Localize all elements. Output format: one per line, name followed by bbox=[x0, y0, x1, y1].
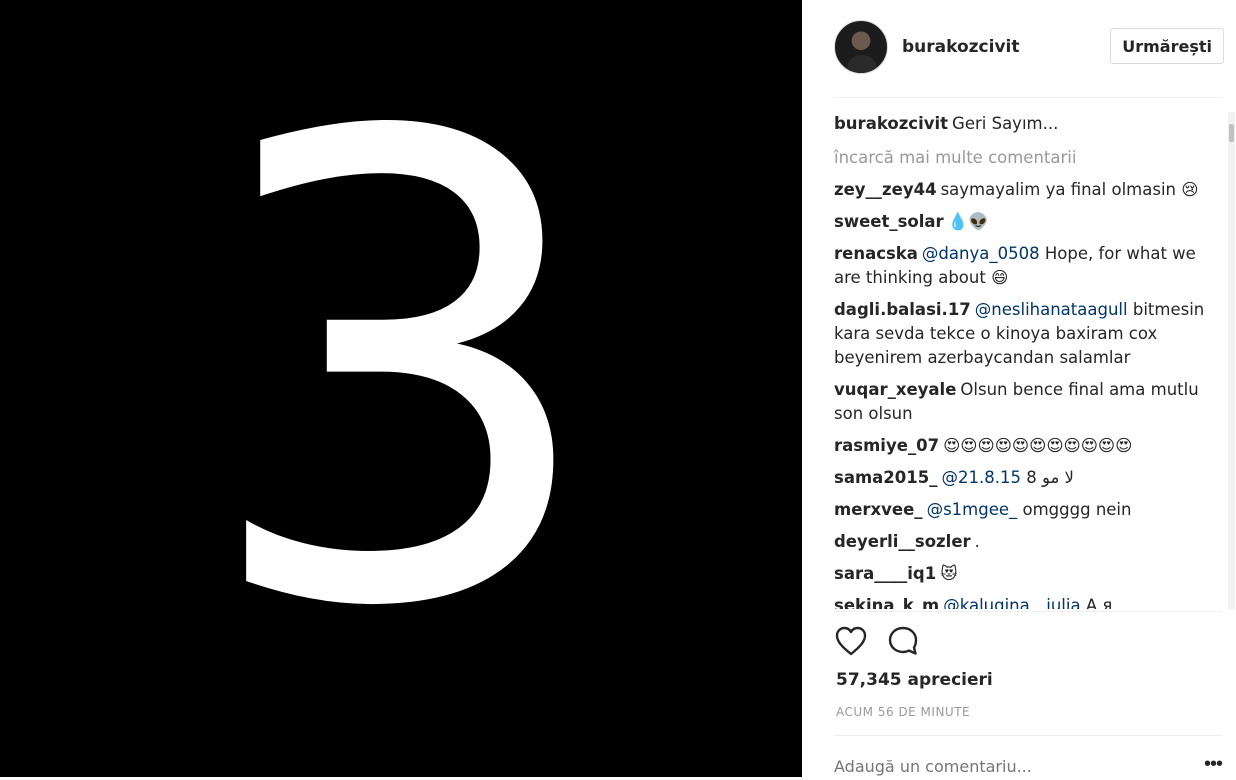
comment-username[interactable]: dagli.balasi.17 bbox=[834, 300, 971, 319]
countdown-digit: 3 bbox=[197, 0, 605, 746]
speech-bubble-icon bbox=[888, 626, 918, 655]
caption: burakozcivit Geri Sayım... bbox=[834, 112, 1214, 136]
comment-item: zey__zey44 saymayalim ya final olmasin 😢 bbox=[834, 178, 1214, 202]
comment-text: 💧👽 bbox=[947, 212, 989, 231]
comment-item: renacska @danya_0508 Hope, for what we ar… bbox=[834, 242, 1214, 290]
comment-item: rasmiye_07 😍😍😍😍😍😍😍😍😍😍😍 bbox=[834, 434, 1214, 458]
scrollbar-thumb[interactable] bbox=[1229, 124, 1234, 142]
post-image[interactable]: 3 bbox=[0, 0, 802, 777]
comment-username[interactable]: sekina_k_m bbox=[834, 596, 939, 609]
post-timestamp: ACUM 56 DE MINUTE bbox=[836, 705, 971, 719]
comment-item: vuqar_xeyale Olsun bence final ama mutlu … bbox=[834, 378, 1214, 426]
comment-text: А я bbox=[1085, 596, 1113, 609]
comment-text: 😍😍😍😍😍😍😍😍😍😍😍 bbox=[943, 436, 1133, 455]
comment-item: sama2015_ @21.8.15 لا مو 8 bbox=[834, 466, 1214, 490]
likes-count[interactable]: 57,345 aprecieri bbox=[836, 670, 993, 690]
comment-username[interactable]: merxvee_ bbox=[834, 500, 923, 519]
comment-username[interactable]: deyerli__sozler bbox=[834, 532, 971, 551]
post-sidebar: burakozcivit Urmărești burakozcivit Geri … bbox=[802, 0, 1236, 780]
add-comment-input[interactable] bbox=[834, 752, 1174, 780]
comment-item: sekina_k_m @kalugina__julia А я bbox=[834, 594, 1214, 609]
comment-mention[interactable]: @s1mgee_ bbox=[927, 500, 1018, 519]
comment-divider bbox=[834, 735, 1222, 736]
heart-icon bbox=[835, 626, 867, 656]
comment-text: . bbox=[974, 532, 980, 551]
comment-item: sara____iq1 😻 bbox=[834, 562, 1214, 586]
comment-username[interactable]: sweet_solar bbox=[834, 212, 944, 231]
comment-text: 😻 bbox=[940, 564, 958, 583]
comment-item: merxvee_ @s1mgee_ omgggg nein bbox=[834, 498, 1214, 522]
action-bar bbox=[834, 624, 920, 658]
comment-mention[interactable]: @21.8.15 bbox=[941, 468, 1020, 487]
comment-username[interactable]: zey__zey44 bbox=[834, 180, 937, 199]
comment-mention[interactable]: @neslihanataagull bbox=[975, 300, 1128, 319]
comment-mention[interactable]: @kalugina__julia bbox=[943, 596, 1080, 609]
comment-item: deyerli__sozler. bbox=[834, 530, 1214, 554]
comment-username[interactable]: sama2015_ bbox=[834, 468, 937, 487]
following-button[interactable]: Urmărești bbox=[1110, 28, 1224, 64]
comments-scrollbar[interactable] bbox=[1228, 112, 1235, 609]
comment-mention[interactable]: @danya_0508 bbox=[922, 244, 1040, 263]
comment-item: sweet_solar 💧👽 bbox=[834, 210, 1214, 234]
like-button[interactable] bbox=[834, 624, 868, 658]
author-username[interactable]: burakozcivit bbox=[902, 37, 1020, 57]
comment-username[interactable]: rasmiye_07 bbox=[834, 436, 939, 455]
caption-text: Geri Sayım... bbox=[952, 114, 1059, 133]
comment-item: dagli.balasi.17 @neslihanataagull bitmesi… bbox=[834, 298, 1214, 370]
comment-username[interactable]: vuqar_xeyale bbox=[834, 380, 956, 399]
comment-username[interactable]: sara____iq1 bbox=[834, 564, 936, 583]
comment-text: omgggg nein bbox=[1022, 500, 1132, 519]
more-options-button[interactable]: ••• bbox=[1204, 754, 1223, 774]
header-divider bbox=[834, 97, 1222, 98]
avatar[interactable] bbox=[834, 20, 888, 74]
post: 3 burakozcivit Urmărești burakozcivit Ger… bbox=[0, 0, 1236, 780]
comment-button[interactable] bbox=[886, 624, 920, 658]
comment-text: لا مو 8 bbox=[1026, 468, 1074, 487]
post-header: burakozcivit Urmărești bbox=[834, 18, 1224, 76]
comment-text: saymayalim ya final olmasin 😢 bbox=[940, 180, 1199, 199]
actions-divider bbox=[834, 611, 1222, 612]
comment-username[interactable]: renacska bbox=[834, 244, 918, 263]
comments-list: burakozcivit Geri Sayım... încarcă mai mu… bbox=[834, 112, 1214, 609]
caption-username[interactable]: burakozcivit bbox=[834, 114, 948, 133]
load-more-comments-link[interactable]: încarcă mai multe comentarii bbox=[834, 146, 1214, 170]
